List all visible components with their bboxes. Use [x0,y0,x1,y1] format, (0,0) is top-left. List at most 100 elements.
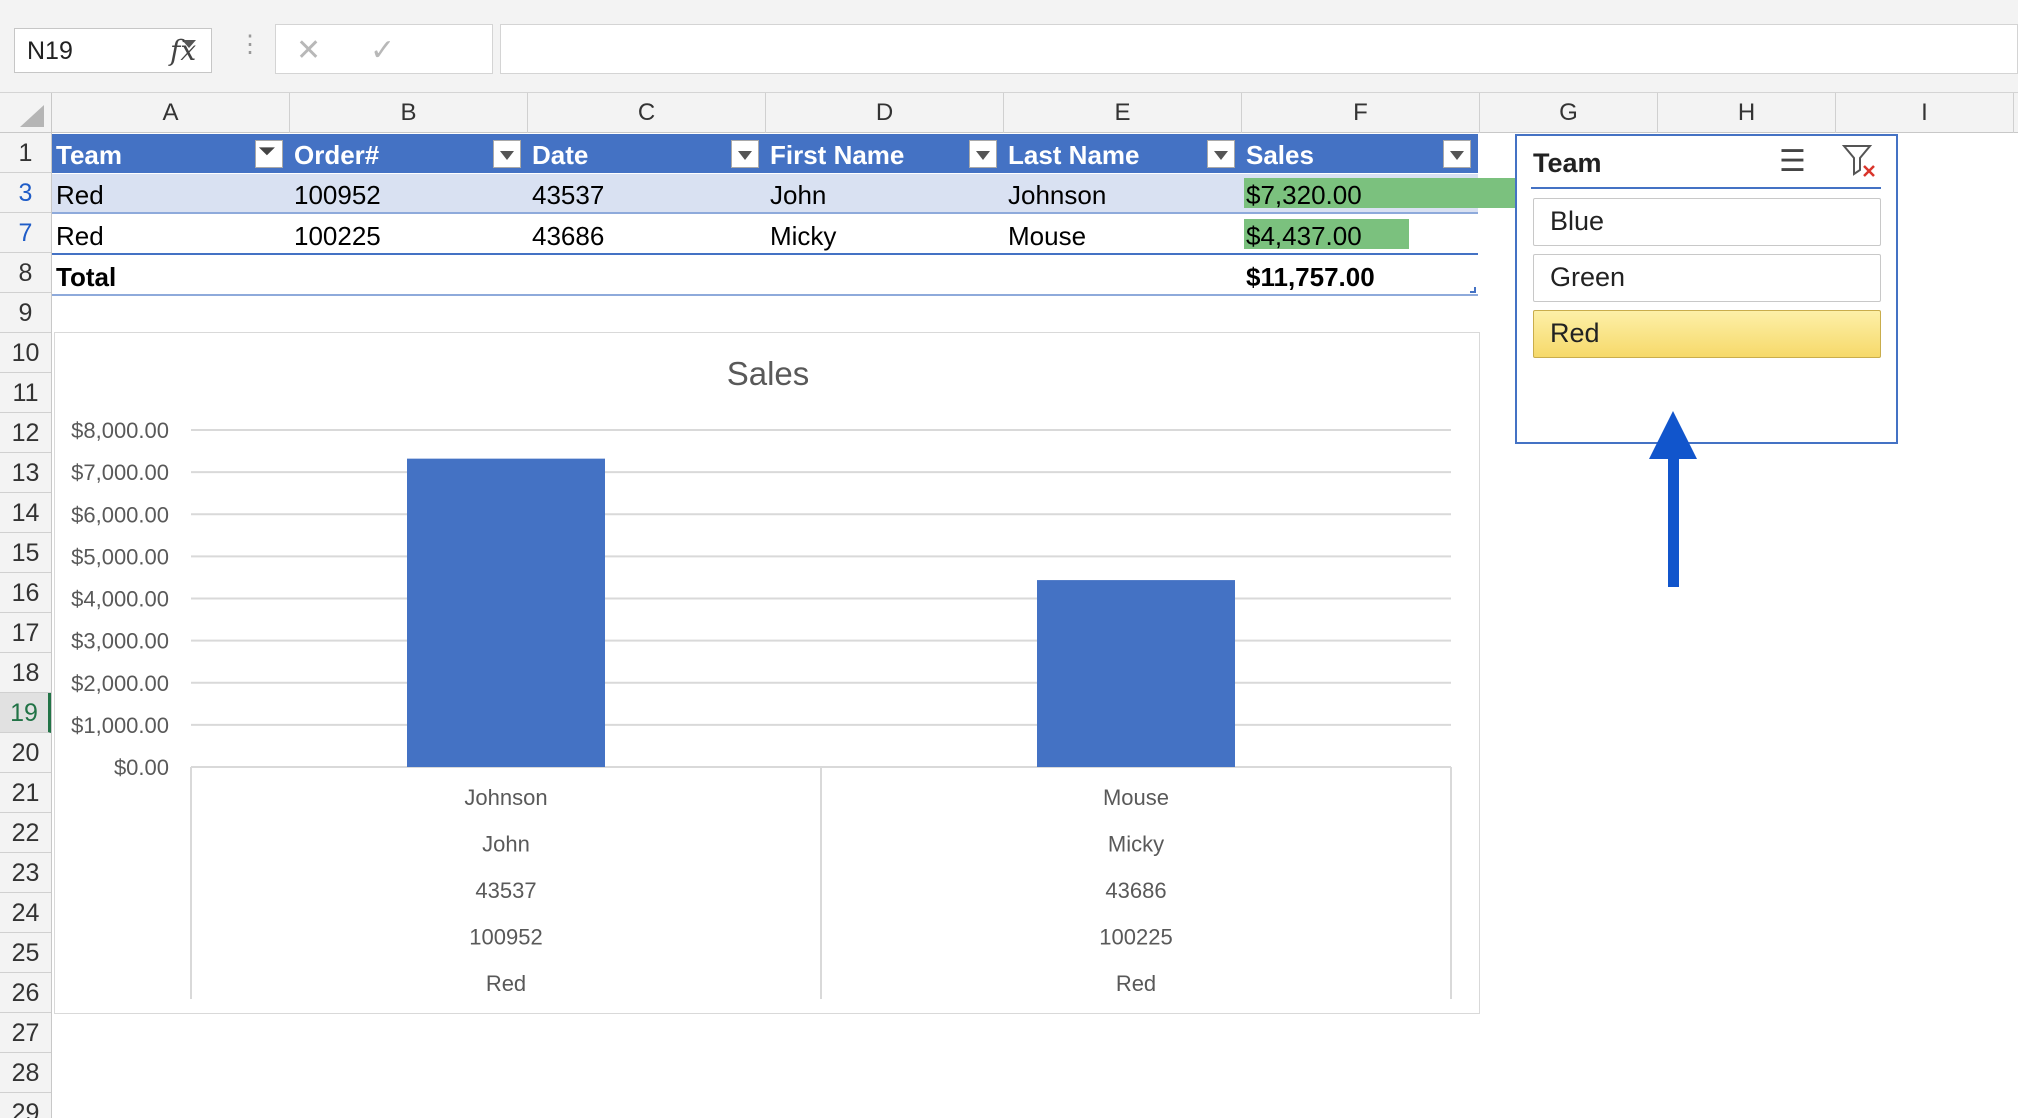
chevron-down-icon [1450,151,1464,160]
filter-dropdown-button[interactable] [1207,140,1235,168]
y-tick-label: $4,000.00 [71,587,169,612]
formula-input[interactable] [500,24,2018,74]
chevron-down-icon [976,151,990,160]
filter-dropdown-button[interactable] [1443,140,1471,168]
row-header[interactable]: 17 [0,613,51,653]
header-label: Order# [294,140,380,170]
cell-team[interactable]: Red [52,215,104,255]
cell-order[interactable]: 100952 [290,174,381,214]
y-tick-label: $8,000.00 [71,418,169,443]
column-header-a[interactable]: A [52,93,290,133]
column-header-f[interactable]: F [1242,93,1480,133]
total-label[interactable]: Total [52,256,116,296]
column-header-b[interactable]: B [290,93,528,133]
y-tick-label: $2,000.00 [71,671,169,696]
y-tick-label: $0.00 [114,755,169,780]
row-header[interactable]: 26 [0,973,51,1013]
arrow-up-icon [1649,411,1697,459]
multi-select-icon[interactable]: ☰ [1779,144,1806,179]
cell-first-name[interactable]: Micky [766,215,836,255]
cell-date[interactable]: 43686 [528,215,604,255]
row-header-active[interactable]: 19 [0,693,51,733]
header-label: First Name [770,140,905,170]
team-slicer[interactable]: Team ☰ Blue Green Red [1515,134,1898,444]
row-header[interactable]: 8 [0,253,51,293]
filter-dropdown-button[interactable] [493,140,521,168]
formula-buttons: ✕ ✓ [275,24,493,74]
cancel-icon[interactable]: ✕ [296,33,321,68]
slicer-item-green[interactable]: Green [1533,254,1881,302]
header-label: Date [532,140,589,170]
cell-last-name[interactable]: Mouse [1004,215,1086,255]
chart-plot: $8,000.00 $7,000.00 $6,000.00 $5,000.00 $4,0… [71,418,1452,999]
x-category-label: Red [1116,971,1156,996]
y-tick-label: $7,000.00 [71,460,169,485]
slicer-item-red[interactable]: Red [1533,310,1881,358]
filter-applied-button[interactable]: ⏷ [255,139,283,168]
row-header[interactable]: 28 [0,1053,51,1093]
y-tick-label: $5,000.00 [71,544,169,569]
filter-dropdown-button[interactable] [731,140,759,168]
chart-bar [1037,580,1235,767]
row-header[interactable]: 12 [0,413,51,453]
slicer-title: Team [1533,148,1602,178]
x-category-label: John [482,832,530,857]
row-header[interactable]: 11 [0,373,51,413]
column-headers: A B C D E F G H I [0,93,2018,133]
cell-first-name[interactable]: John [766,174,826,214]
more-options-icon[interactable]: ⋮ [238,30,262,70]
cell-team[interactable]: Red [52,174,104,214]
x-category-label: 100225 [1099,925,1172,950]
row-header[interactable]: 27 [0,1013,51,1053]
chevron-down-icon [500,151,514,160]
insert-function-icon[interactable]: fx [170,34,196,67]
row-header[interactable]: 22 [0,813,51,853]
column-header-c[interactable]: C [528,93,766,133]
row-header[interactable]: 18 [0,653,51,693]
chevron-down-icon [738,151,752,160]
row-header[interactable]: 20 [0,733,51,773]
row-header[interactable]: 3 [0,173,51,213]
x-category-label: 100952 [469,925,542,950]
row-header[interactable]: 16 [0,573,51,613]
cell-order[interactable]: 100225 [290,215,381,255]
column-header-h[interactable]: H [1658,93,1836,133]
cell-sales[interactable]: $4,437.00 [1242,215,1362,255]
row-header[interactable]: 13 [0,453,51,493]
filter-icon: ⏷ [258,139,276,164]
sales-chart[interactable]: Sales $8,000.00 $7,000.00 $6,000.00 $5,000.… [54,332,1480,1014]
column-header-e[interactable]: E [1004,93,1242,133]
x-category-label: Johnson [464,785,547,810]
y-tick-label: $6,000.00 [71,502,169,527]
total-value[interactable]: $11,757.00 [1242,256,1375,296]
chart-bar [407,458,605,767]
row-header[interactable]: 24 [0,893,51,933]
header-label: Team [56,140,122,170]
table-resize-handle[interactable] [1470,287,1476,293]
y-tick-label: $1,000.00 [71,713,169,738]
cell-sales[interactable]: $7,320.00 [1242,174,1362,214]
slicer-item-blue[interactable]: Blue [1533,198,1881,246]
row-header[interactable]: 7 [0,213,51,253]
chevron-down-icon [1214,151,1228,160]
enter-icon[interactable]: ✓ [370,33,395,68]
table-total-row: Total $11,757.00 [52,256,1478,296]
cell-last-name[interactable]: Johnson [1004,174,1106,214]
cell-date[interactable]: 43537 [528,174,604,214]
row-header[interactable]: 21 [0,773,51,813]
row-header[interactable]: 15 [0,533,51,573]
select-all-button[interactable] [0,93,52,133]
column-header-i[interactable]: I [1836,93,2014,133]
row-header[interactable]: 29 [0,1093,51,1118]
row-header[interactable]: 10 [0,333,51,373]
row-header[interactable]: 1 [0,133,51,173]
x-category-label: Mouse [1103,785,1169,810]
filter-dropdown-button[interactable] [969,140,997,168]
row-header[interactable]: 14 [0,493,51,533]
column-header-g[interactable]: G [1480,93,1658,133]
clear-filter-icon[interactable] [1841,142,1877,178]
column-header-d[interactable]: D [766,93,1004,133]
row-header[interactable]: 23 [0,853,51,893]
row-header[interactable]: 25 [0,933,51,973]
row-header[interactable]: 9 [0,293,51,333]
